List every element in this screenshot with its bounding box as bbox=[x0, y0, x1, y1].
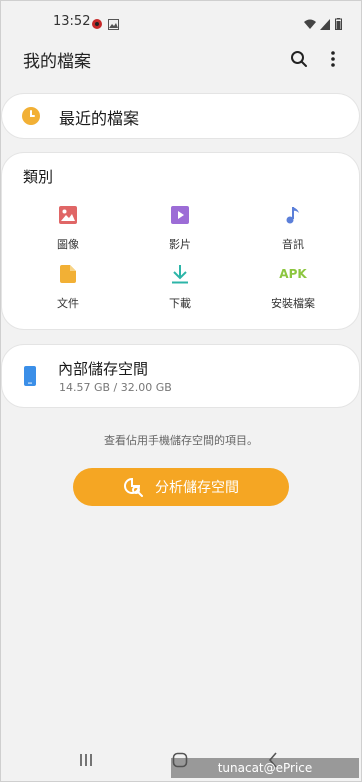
category-audio[interactable]: 音訊 bbox=[243, 203, 343, 258]
category-label: 下載 bbox=[169, 297, 191, 310]
audio-icon bbox=[243, 203, 343, 227]
category-images[interactable]: 圖像 bbox=[18, 203, 118, 258]
more-options-button[interactable] bbox=[320, 46, 346, 72]
category-label: 安裝檔案 bbox=[271, 297, 315, 310]
image-icon bbox=[18, 203, 118, 227]
more-vert-icon bbox=[331, 51, 335, 67]
category-videos[interactable]: 影片 bbox=[130, 203, 230, 258]
gallery-notification-icon bbox=[108, 15, 119, 34]
apk-icon: APK bbox=[279, 267, 307, 281]
categories-heading: 類別 bbox=[23, 168, 54, 186]
categories-card: 類別 圖像 影片 音訊 文件 下載 APK 安裝檔案 bbox=[2, 153, 359, 329]
video-icon bbox=[130, 203, 230, 227]
category-documents[interactable]: 文件 bbox=[18, 262, 118, 317]
signal-icon bbox=[320, 15, 331, 34]
wifi-icon bbox=[303, 15, 317, 34]
storage-usage: 14.57 GB / 32.00 GB bbox=[59, 381, 172, 394]
clock-icon bbox=[21, 106, 41, 130]
battery-icon bbox=[335, 15, 342, 34]
search-button[interactable] bbox=[286, 46, 312, 72]
page-title: 我的檔案 bbox=[23, 52, 91, 72]
category-label: 音訊 bbox=[282, 238, 304, 251]
status-bar: 13:52 bbox=[0, 0, 362, 40]
category-label: 影片 bbox=[169, 238, 191, 251]
recents-button[interactable] bbox=[71, 747, 101, 773]
internal-storage-card[interactable]: 內部儲存空間 14.57 GB / 32.00 GB bbox=[2, 345, 359, 407]
search-icon bbox=[291, 51, 307, 67]
category-downloads[interactable]: 下載 bbox=[130, 262, 230, 317]
category-installation-files[interactable]: APK 安裝檔案 bbox=[243, 262, 343, 317]
category-label: 文件 bbox=[57, 297, 79, 310]
status-time: 13:52 bbox=[53, 14, 91, 29]
notification-app-icon bbox=[91, 15, 103, 34]
category-label: 圖像 bbox=[57, 238, 79, 251]
recent-files-label: 最近的檔案 bbox=[59, 109, 140, 128]
phone-icon bbox=[24, 366, 36, 390]
analyze-storage-button[interactable]: 分析儲存空間 bbox=[73, 468, 289, 506]
watermark: tunacat@ePrice bbox=[171, 758, 359, 778]
storage-title: 內部儲存空間 bbox=[58, 360, 149, 378]
recents-icon bbox=[80, 754, 92, 766]
analyze-storage-label: 分析儲存空間 bbox=[155, 480, 239, 496]
recent-files-card[interactable]: 最近的檔案 bbox=[2, 94, 359, 138]
download-icon bbox=[130, 262, 230, 286]
document-icon bbox=[18, 262, 118, 286]
storage-hint: 查看佔用手機儲存空間的項目。 bbox=[104, 434, 258, 447]
analyze-icon bbox=[123, 477, 143, 497]
